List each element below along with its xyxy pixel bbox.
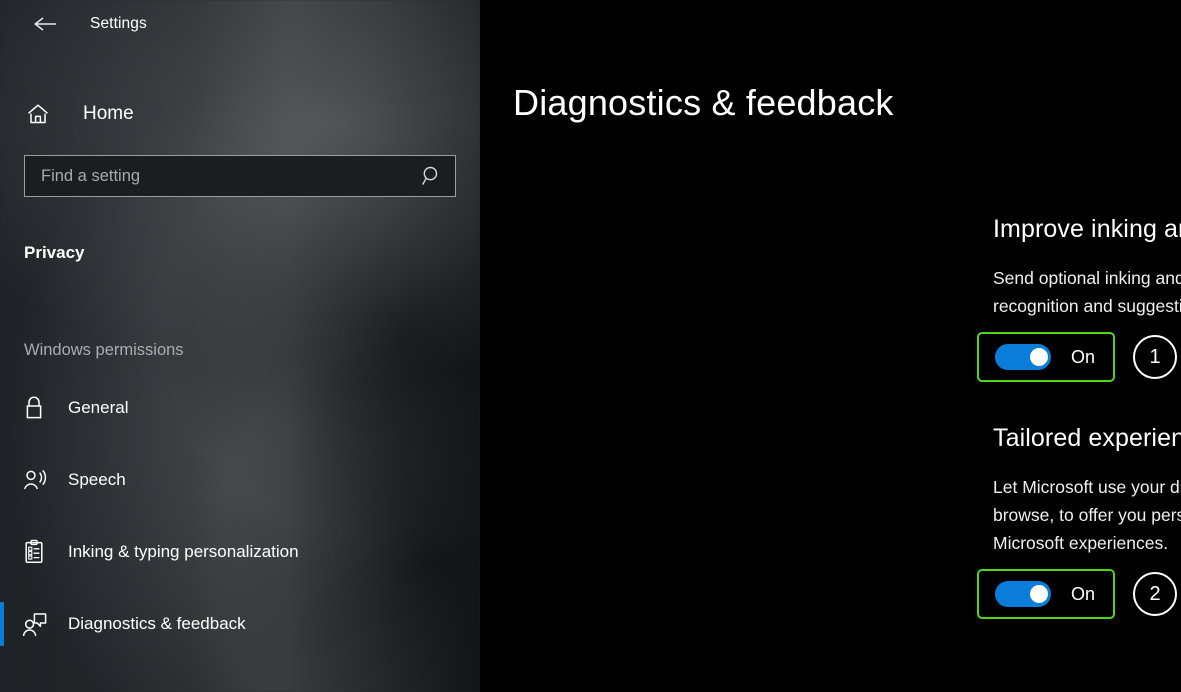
sidebar-item-home[interactable]: Home bbox=[0, 93, 480, 135]
toggle-state-label: On bbox=[1071, 346, 1096, 367]
section-improve-inking-and-typing: Improve inking and typing Send optional … bbox=[977, 215, 1181, 382]
sidebar-item-diagnostics-feedback-label: Diagnostics & feedback bbox=[68, 614, 246, 633]
sidebar: Settings Home Find a setting Privacy Win… bbox=[0, 0, 480, 692]
toggle-row: On 1 bbox=[977, 332, 1181, 382]
annotation-marker-1: 1 bbox=[1133, 335, 1178, 379]
title-bar: Settings bbox=[0, 0, 480, 48]
improve-inking-typing-toggle[interactable] bbox=[995, 344, 1051, 370]
sidebar-item-home-label: Home bbox=[83, 103, 134, 124]
toggle-knob bbox=[1030, 585, 1048, 603]
search-icon[interactable] bbox=[409, 165, 455, 187]
lock-icon bbox=[22, 395, 56, 421]
toggle-row: On 2 bbox=[977, 569, 1181, 619]
annotation-marker-2: 2 bbox=[1133, 572, 1178, 616]
toggle-knob bbox=[1030, 348, 1048, 366]
section-description: Let Microsoft use your diagnostic data, … bbox=[993, 477, 1181, 553]
annotation-highlight-box: On bbox=[977, 332, 1116, 382]
annotation-highlight-box: On bbox=[977, 569, 1116, 619]
clipboard-checklist-icon bbox=[22, 539, 56, 565]
toggle-state-label: On bbox=[1071, 583, 1096, 604]
sidebar-group-label: Windows permissions bbox=[24, 341, 184, 359]
sidebar-item-general-label: General bbox=[68, 398, 129, 417]
back-button[interactable] bbox=[22, 8, 68, 40]
main-content: Diagnostics & feedback Improve inking an… bbox=[480, 0, 1181, 692]
section-title: Tailored experiences bbox=[993, 424, 1181, 452]
search-input[interactable] bbox=[25, 166, 409, 186]
page-title: Diagnostics & feedback bbox=[513, 82, 894, 123]
window-title: Settings bbox=[90, 15, 147, 32]
sidebar-item-inking-typing-personalization[interactable]: Inking & typing personalization bbox=[0, 528, 480, 576]
sidebar-item-speech[interactable]: Speech bbox=[0, 456, 480, 504]
speech-person-icon bbox=[22, 468, 56, 492]
section-description: Send optional inking and typing diagnost… bbox=[993, 268, 1181, 316]
sidebar-item-inking-typing-personalization-label: Inking & typing personalization bbox=[68, 542, 299, 561]
home-icon bbox=[26, 102, 56, 126]
selection-indicator bbox=[0, 602, 4, 646]
section-tailored-experiences: Tailored experiences Let Microsoft use y… bbox=[977, 424, 1181, 619]
tailored-experiences-toggle[interactable] bbox=[995, 581, 1051, 607]
section-title: Improve inking and typing bbox=[993, 215, 1181, 243]
person-feedback-icon bbox=[22, 612, 56, 637]
search-box[interactable] bbox=[24, 155, 456, 197]
settings-sections: Improve inking and typing Send optional … bbox=[977, 215, 1181, 619]
back-arrow-icon bbox=[32, 15, 58, 33]
annotation-marker-label: 2 bbox=[1149, 582, 1161, 605]
sidebar-item-speech-label: Speech bbox=[68, 470, 126, 489]
sidebar-item-general[interactable]: General bbox=[0, 384, 480, 432]
sidebar-item-diagnostics-feedback[interactable]: Diagnostics & feedback bbox=[0, 600, 480, 648]
sidebar-nav: General Speech Inking & typing personali… bbox=[0, 384, 480, 648]
annotation-marker-label: 1 bbox=[1149, 345, 1161, 368]
settings-window: Settings Home Find a setting Privacy Win… bbox=[0, 0, 1181, 692]
page-category-label: Privacy bbox=[24, 243, 85, 262]
